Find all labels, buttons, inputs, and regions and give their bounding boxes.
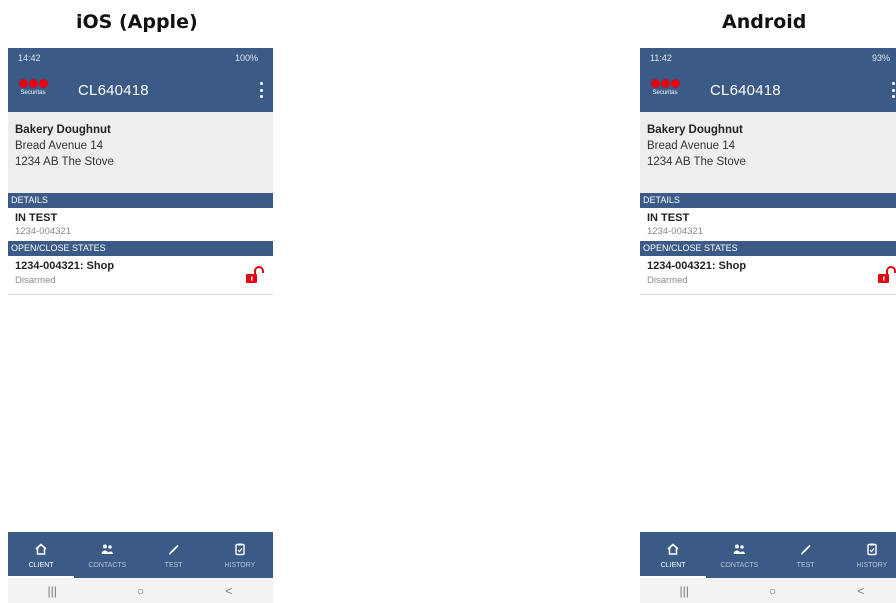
securitas-logo: Securitas	[18, 79, 48, 101]
state-status: Disarmed	[15, 275, 56, 286]
pencil-icon	[800, 544, 811, 554]
tab-client[interactable]: CLIENT	[640, 532, 707, 578]
state-title: 1234-004321: Shop	[15, 260, 115, 272]
client-name: Bakery Doughnut	[647, 124, 743, 136]
status-bar: 11:42 93%	[640, 48, 896, 68]
tab-label: HISTORY	[856, 561, 888, 569]
tab-history[interactable]: HISTORY	[207, 532, 273, 578]
home-button[interactable]: ○	[752, 584, 792, 598]
tab-contacts[interactable]: CONTACTS	[74, 532, 140, 578]
states-header: OPEN/CLOSE STATES	[8, 241, 273, 256]
tab-label: TEST	[796, 561, 815, 569]
details-subtitle: 1234-004321	[15, 226, 71, 237]
more-vert-icon[interactable]	[891, 82, 895, 98]
client-name: Bakery Doughnut	[15, 124, 111, 136]
back-button[interactable]: <	[841, 584, 881, 598]
recents-button[interactable]: |||	[664, 584, 704, 598]
status-bar: 14:42 100%	[8, 48, 273, 68]
app-bar: Securitas CL640418	[640, 68, 896, 112]
details-item[interactable]: IN TEST 1234-004321	[640, 208, 896, 241]
tab-label: TEST	[164, 561, 183, 569]
system-nav-bar: ||| ○ <	[640, 578, 896, 603]
details-subtitle: 1234-004321	[647, 226, 703, 237]
tab-contacts[interactable]: CONTACTS	[706, 532, 772, 578]
back-button[interactable]: <	[209, 584, 249, 598]
state-row[interactable]: 1234-004321: Shop Disarmed	[640, 256, 896, 295]
tab-label: CONTACTS	[720, 561, 759, 569]
home-icon	[667, 542, 679, 555]
client-address-line2: 1234 AB The Stove	[647, 156, 746, 168]
clipboard-icon	[867, 543, 877, 555]
details-header: DETAILS	[640, 193, 896, 208]
tab-test[interactable]: TEST	[773, 532, 839, 578]
client-address-line2: 1234 AB The Stove	[15, 156, 114, 168]
details-title: IN TEST	[647, 212, 690, 224]
status-battery: 93%	[871, 53, 890, 63]
page-title: CL640418	[78, 81, 149, 99]
securitas-logo: Securitas	[650, 79, 680, 101]
tab-history[interactable]: HISTORY	[839, 532, 896, 578]
more-vert-icon[interactable]	[259, 82, 263, 98]
recents-button[interactable]: |||	[32, 584, 72, 598]
state-title: 1234-004321: Shop	[647, 260, 747, 272]
tab-label: CLIENT	[660, 561, 686, 569]
status-battery: 100%	[234, 53, 258, 63]
details-title: IN TEST	[15, 212, 58, 224]
details-item[interactable]: IN TEST 1234-004321	[8, 208, 273, 241]
home-icon	[35, 542, 47, 555]
people-icon	[101, 544, 114, 554]
bottom-tab-bar: CLIENT CONTACTS TEST HISTORY	[640, 532, 896, 578]
status-time: 11:42	[650, 53, 672, 63]
tab-client[interactable]: CLIENT	[8, 532, 75, 578]
system-nav-bar: ||| ○ <	[8, 578, 273, 603]
unlocked-icon	[246, 266, 264, 283]
status-time: 14:42	[18, 53, 41, 63]
home-button[interactable]: ○	[120, 584, 160, 598]
page-title: CL640418	[710, 81, 781, 99]
client-address-line1: Bread Avenue 14	[647, 140, 736, 152]
ios-phone-screen: 14:42 100% Securitas CL640418 Bakery Dou…	[8, 48, 273, 603]
client-card: Bakery Doughnut Bread Avenue 14 1234 AB …	[8, 112, 273, 193]
clipboard-icon	[235, 543, 245, 555]
states-header: OPEN/CLOSE STATES	[640, 241, 896, 256]
tab-test[interactable]: TEST	[141, 532, 207, 578]
ios-heading: iOS (Apple)	[76, 11, 198, 33]
tab-label: HISTORY	[224, 561, 256, 569]
client-card: Bakery Doughnut Bread Avenue 14 1234 AB …	[640, 112, 896, 193]
unlocked-icon	[878, 266, 896, 283]
state-row[interactable]: 1234-004321: Shop Disarmed	[8, 256, 273, 295]
client-address-line1: Bread Avenue 14	[15, 140, 104, 152]
android-phone-screen: 11:42 93% Securitas CL640418 Bakery Doug…	[640, 48, 896, 603]
tab-label: CONTACTS	[88, 561, 127, 569]
android-heading: Android	[722, 11, 807, 33]
people-icon	[733, 544, 746, 554]
pencil-icon	[168, 544, 179, 554]
tab-label: CLIENT	[28, 561, 54, 569]
app-bar: Securitas CL640418	[8, 68, 273, 112]
state-status: Disarmed	[647, 275, 688, 286]
bottom-tab-bar: CLIENT CONTACTS TEST HISTORY	[8, 532, 273, 578]
details-header: DETAILS	[8, 193, 273, 208]
